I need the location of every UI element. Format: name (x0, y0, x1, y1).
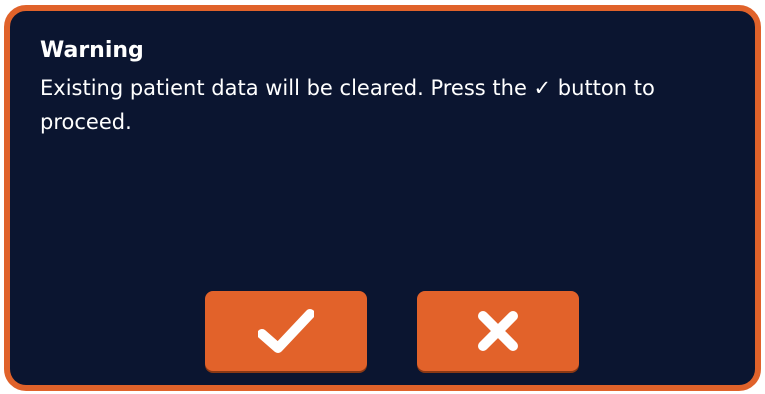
dialog-message: Existing patient data will be cleared. P… (40, 76, 655, 134)
close-icon (477, 310, 519, 352)
confirm-button[interactable] (205, 291, 367, 371)
warning-dialog: Warning Existing patient data will be cl… (4, 5, 761, 391)
dialog-title: Warning (40, 38, 144, 63)
cancel-button[interactable] (417, 291, 579, 371)
checkmark-icon (258, 308, 314, 354)
